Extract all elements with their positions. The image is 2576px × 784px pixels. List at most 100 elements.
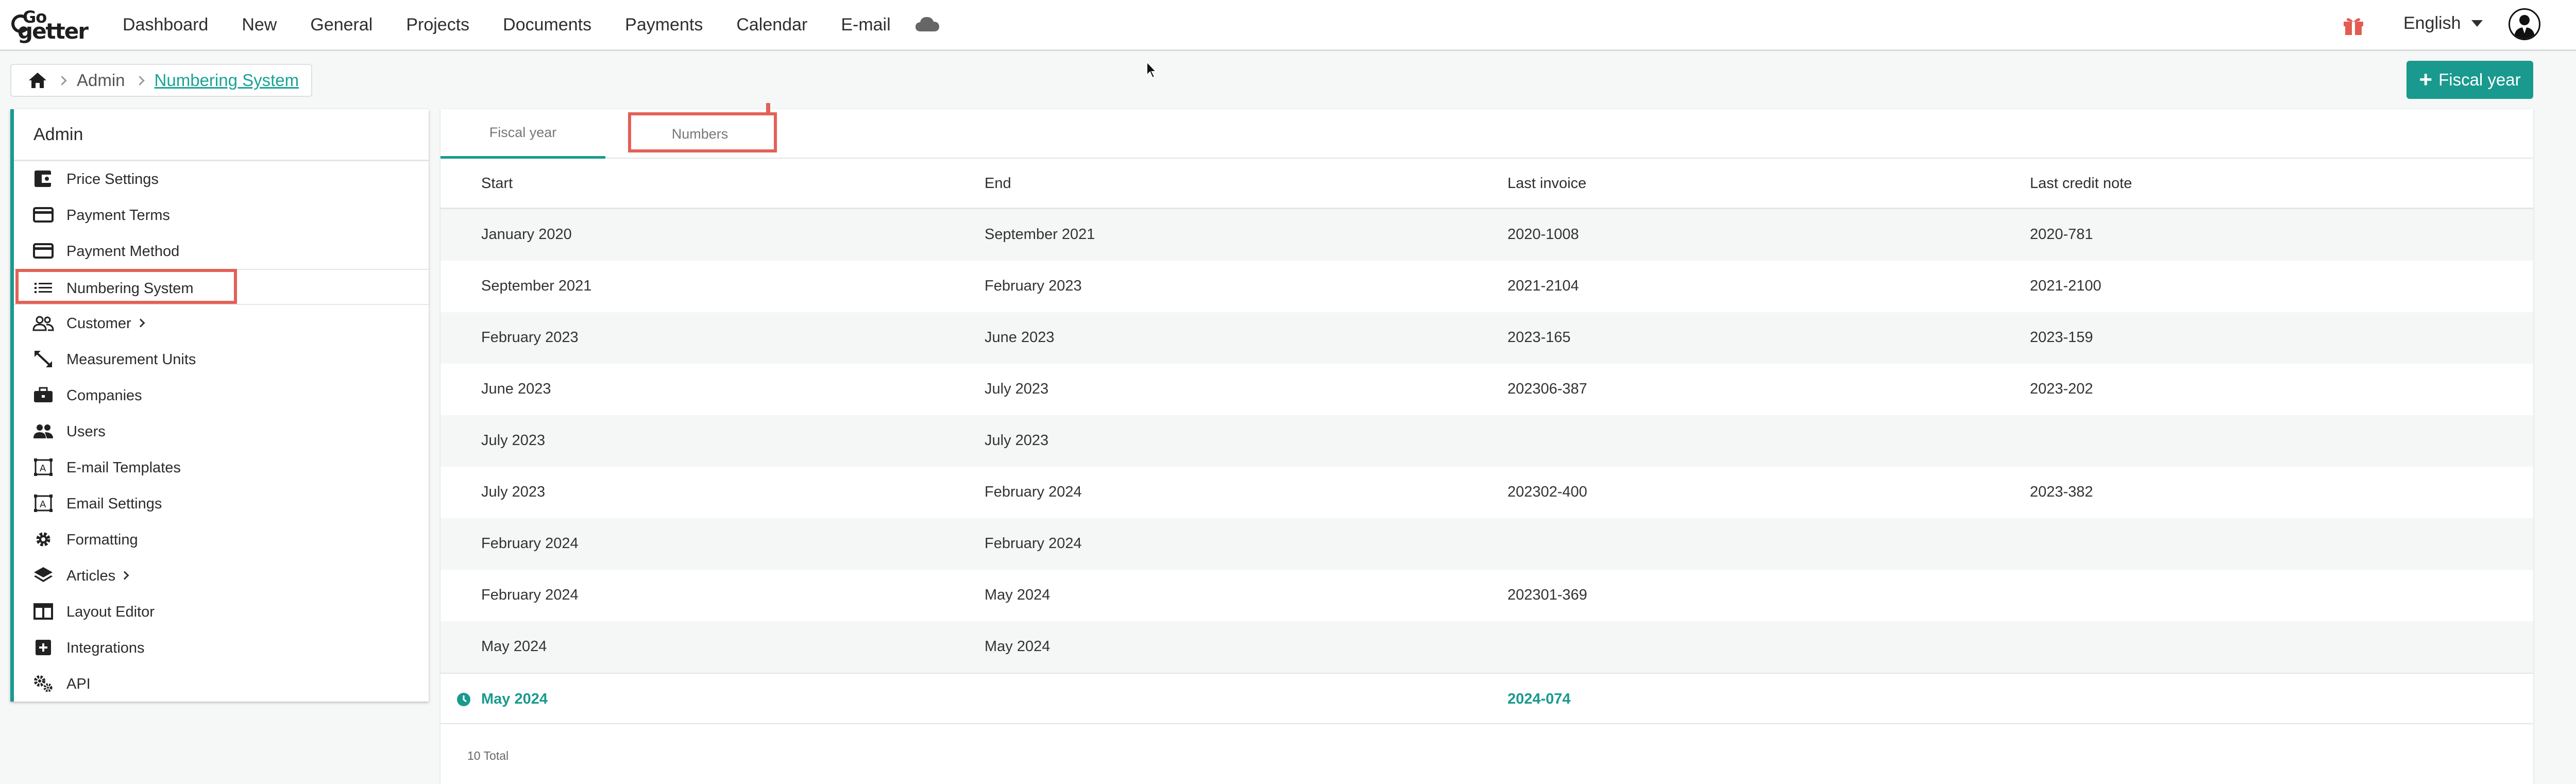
cell-end: June 2023 <box>985 329 1055 346</box>
sidebar-item-label: Payment Terms <box>66 207 170 224</box>
cell-last-invoice: 202301-369 <box>1507 587 1587 603</box>
cell-start: July 2023 <box>481 432 546 449</box>
cell-start: February 2024 <box>481 535 579 552</box>
sidebar-item-email-templates[interactable]: A E-mail Templates <box>14 449 429 485</box>
people-icon <box>32 316 54 331</box>
column-header-last-credit-note[interactable]: Last credit note <box>2030 175 2132 192</box>
column-header-end[interactable]: End <box>985 175 1011 192</box>
nav-new[interactable]: New <box>242 15 277 35</box>
cell-last-invoice: 2023-165 <box>1507 329 1571 346</box>
cell-last-credit-note: 2023-159 <box>2030 329 2093 346</box>
mouse-cursor-icon <box>1146 61 1158 79</box>
table-row[interactable]: February 2023 June 2023 2023-165 2023-15… <box>440 312 2533 364</box>
sidebar-item-companies[interactable]: Companies <box>14 377 429 413</box>
sidebar-item-articles[interactable]: Articles <box>14 557 429 593</box>
cloud-icon[interactable] <box>914 15 940 33</box>
nav-email[interactable]: E-mail <box>841 15 890 35</box>
sidebar-item-api[interactable]: API <box>14 666 429 702</box>
price-tag-icon <box>35 171 52 187</box>
sidebar-item-label: Email Settings <box>66 496 162 512</box>
clock-icon <box>457 693 470 706</box>
user-avatar[interactable] <box>2509 8 2540 40</box>
table-row[interactable]: July 2023 February 2024 202302-400 2023-… <box>440 467 2533 518</box>
cell-end: May 2024 <box>985 587 1050 603</box>
sidebar-item-label: E-mail Templates <box>66 459 181 476</box>
table-row[interactable]: February 2024 February 2024 <box>440 518 2533 570</box>
table-row[interactable]: May 2024 May 2024 <box>440 621 2533 673</box>
table-row[interactable]: January 2020 September 2021 2020-1008 20… <box>440 209 2533 261</box>
breadcrumb-separator <box>134 75 145 86</box>
home-icon[interactable] <box>28 72 47 89</box>
credit-card-icon <box>33 207 54 223</box>
nav-payments[interactable]: Payments <box>625 15 703 35</box>
cell-last-credit-note: 2023-202 <box>2030 381 2093 397</box>
logo-line2: getter <box>18 19 89 44</box>
cell-start: February 2023 <box>481 329 579 346</box>
column-header-last-invoice[interactable]: Last invoice <box>1507 175 1586 192</box>
sidebar-item-payment-terms[interactable]: Payment Terms <box>14 197 429 233</box>
cell-end: July 2023 <box>985 381 1049 397</box>
table-row[interactable]: February 2024 May 2024 202301-369 <box>440 570 2533 621</box>
cell-start: January 2020 <box>481 226 572 243</box>
chevron-right-icon <box>120 571 129 580</box>
add-fiscal-year-button[interactable]: + Fiscal year <box>2406 61 2533 99</box>
table-row[interactable]: July 2023 July 2023 <box>440 415 2533 467</box>
table-row[interactable]: September 2021 February 2023 2021-2104 2… <box>440 261 2533 312</box>
svg-text:A: A <box>40 499 46 510</box>
customer-label: Customer <box>66 315 131 332</box>
sidebar-item-label: Customer <box>66 315 145 332</box>
sidebar-item-measurement-units[interactable]: Measurement Units <box>14 341 429 377</box>
sidebar-item-customer[interactable]: Customer <box>14 305 429 341</box>
plus-box-icon <box>36 640 51 655</box>
breadcrumb: Admin Numbering System <box>10 64 312 97</box>
language-label: English <box>2403 13 2461 33</box>
breadcrumb-admin[interactable]: Admin <box>77 71 125 90</box>
cell-last-credit-note: 2020-781 <box>2030 226 2093 243</box>
highlight-marker <box>766 103 770 113</box>
sidebar-item-formatting[interactable]: Formatting <box>14 521 429 557</box>
cell-end: February 2024 <box>985 535 1082 552</box>
cell-last-invoice: 202302-400 <box>1507 484 1587 500</box>
cell-end: September 2021 <box>985 226 1095 243</box>
layers-icon <box>34 567 53 582</box>
nav-calendar[interactable]: Calendar <box>736 15 807 35</box>
sidebar-item-label: Measurement Units <box>66 351 196 368</box>
cell-start: May 2024 <box>481 691 548 707</box>
admin-sidebar: Admin Price Settings Payment Terms Payme… <box>10 109 429 702</box>
add-fiscal-year-label: Fiscal year <box>2438 70 2521 89</box>
nav-projects[interactable]: Projects <box>406 15 469 35</box>
language-select[interactable]: English <box>2403 13 2483 33</box>
table-total: 10 Total <box>467 749 509 762</box>
nav-general[interactable]: General <box>310 15 372 35</box>
sidebar-item-integrations[interactable]: Integrations <box>14 629 429 666</box>
column-header-start[interactable]: Start <box>481 175 513 192</box>
sidebar-title: Admin <box>33 125 83 144</box>
cell-start: May 2024 <box>481 638 547 655</box>
table-header: Start End Last invoice Last credit note <box>440 159 2533 209</box>
breadcrumb-current[interactable]: Numbering System <box>155 71 299 90</box>
nav-documents[interactable]: Documents <box>503 15 591 35</box>
tab-fiscal-year[interactable]: Fiscal year <box>440 109 605 159</box>
cell-start: September 2021 <box>481 278 592 294</box>
credit-card-icon <box>33 243 54 259</box>
nav-dashboard[interactable]: Dashboard <box>123 15 208 35</box>
table-row[interactable]: June 2023 July 2023 202306-387 2023-202 <box>440 364 2533 415</box>
sidebar-item-layout-editor[interactable]: Layout Editor <box>14 593 429 629</box>
gears-icon <box>34 675 53 692</box>
sidebar-item-payment-method[interactable]: Payment Method <box>14 233 429 269</box>
top-navbar: Go getter Dashboard New General Projects… <box>0 0 2576 51</box>
gift-icon[interactable] <box>2342 15 2365 36</box>
cell-end: May 2024 <box>985 638 1050 655</box>
sidebar-item-users[interactable]: Users <box>14 413 429 449</box>
sidebar-item-label: Price Settings <box>66 171 159 188</box>
svg-text:A: A <box>40 463 46 474</box>
cell-last-invoice: 2021-2104 <box>1507 278 1579 294</box>
sidebar-item-email-settings[interactable]: A Email Settings <box>14 485 429 521</box>
table-row-current[interactable]: May 2024 2024-074 <box>440 673 2533 724</box>
gogetter-logo[interactable]: Go getter <box>11 7 94 44</box>
main-panel: Fiscal year Numbers Start End Last invoi… <box>440 103 2533 784</box>
sidebar-item-price-settings[interactable]: Price Settings <box>14 161 429 197</box>
cell-start: July 2023 <box>481 484 546 500</box>
users-icon <box>33 424 53 438</box>
main-nav: Dashboard New General Projects Documents… <box>123 0 924 49</box>
